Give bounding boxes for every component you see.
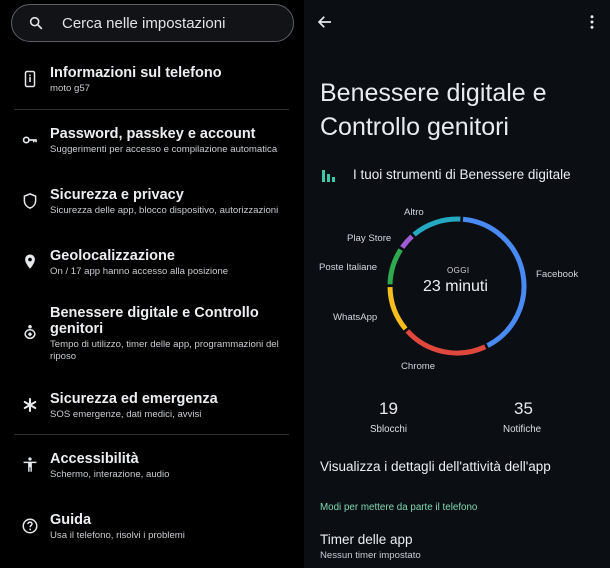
settings-item-subtitle: Usa il telefono, risolvi i problemi bbox=[50, 530, 185, 541]
chart-label-altro: Altro bbox=[404, 207, 424, 218]
app-timer-subtitle: Nessun timer impostato bbox=[320, 550, 421, 561]
back-arrow-icon[interactable] bbox=[316, 13, 334, 31]
app-timer-title[interactable]: Timer delle app bbox=[320, 532, 413, 547]
key-icon bbox=[19, 129, 41, 151]
donut-segment-altro[interactable] bbox=[412, 216, 461, 237]
section-header: Modi per mettere da parte il telefono bbox=[320, 502, 478, 513]
search-icon bbox=[29, 16, 43, 30]
settings-item-location[interactable]: Geolocalizzazione On / 17 app hanno acce… bbox=[0, 243, 304, 283]
emergency-icon bbox=[19, 394, 41, 416]
wellbeing-panel: Benessere digitale e Controllo genitori … bbox=[304, 0, 610, 568]
search-bar[interactable] bbox=[11, 4, 294, 42]
settings-item-subtitle: Suggerimenti per accesso e compilazione … bbox=[50, 144, 278, 155]
wellbeing-icon bbox=[19, 321, 41, 343]
more-vert-icon[interactable] bbox=[586, 13, 598, 31]
unlocks-label: Sblocchi bbox=[370, 424, 408, 435]
settings-item-subtitle: moto g57 bbox=[50, 83, 91, 94]
location-icon bbox=[19, 251, 41, 273]
phone-info-icon bbox=[19, 68, 41, 90]
donut-segment-whatsapp[interactable] bbox=[387, 286, 408, 331]
divider bbox=[14, 434, 289, 435]
settings-item-safety-emergency[interactable]: Sicurezza ed emergenza SOS emergenze, da… bbox=[0, 386, 304, 426]
donut-segment-chrome[interactable] bbox=[405, 329, 487, 356]
bar-chart-icon bbox=[322, 170, 335, 182]
settings-item-title: Sicurezza ed emergenza bbox=[50, 391, 218, 407]
settings-item-title: Sicurezza e privacy bbox=[50, 187, 184, 203]
chart-label-chrome: Chrome bbox=[401, 361, 436, 372]
settings-item-security-privacy[interactable]: Sicurezza e privacy Sicurezza delle app,… bbox=[0, 182, 304, 222]
settings-item-subtitle: SOS emergenze, dati medici, avvisi bbox=[50, 409, 202, 420]
settings-item-subtitle: Sicurezza delle app, blocco dispositivo,… bbox=[50, 205, 279, 216]
shield-icon bbox=[19, 190, 41, 212]
settings-item-title: Geolocalizzazione bbox=[50, 248, 175, 264]
accessibility-icon bbox=[19, 454, 41, 476]
settings-item-help[interactable]: Guida Usa il telefono, risolvi i problem… bbox=[0, 507, 304, 547]
search-input[interactable] bbox=[62, 14, 272, 32]
activity-details-link[interactable]: Visualizza i dettagli dell'attività dell… bbox=[320, 459, 551, 474]
chart-center-label: OGGI bbox=[447, 266, 470, 275]
chart-label-facebook: Facebook bbox=[536, 269, 579, 280]
settings-item-title: Accessibilità bbox=[50, 451, 139, 467]
settings-item-about-phone[interactable]: Informazioni sul telefono moto g57 bbox=[0, 60, 304, 100]
settings-item-title: Password, passkey e account bbox=[50, 126, 256, 142]
chart-label-play-store: Play Store bbox=[347, 233, 392, 244]
settings-item-accessibility[interactable]: Accessibilità Schermo, interazione, audi… bbox=[0, 446, 304, 486]
settings-item-title: Guida bbox=[50, 512, 92, 528]
settings-item-title: Informazioni sul telefono bbox=[50, 65, 222, 81]
chart-label-poste-italiane: Poste Italiane bbox=[319, 262, 378, 273]
unlocks-count: 19 bbox=[379, 399, 398, 418]
page-title: Benessere digitale e Controllo genitori bbox=[320, 79, 547, 141]
chart-center-value: 23 minuti bbox=[423, 278, 488, 295]
settings-item-subtitle: Schermo, interazione, audio bbox=[50, 469, 170, 480]
donut-segment-poste-italiane[interactable] bbox=[387, 248, 403, 285]
settings-item-title: Benessere digitale e Controllo genitori bbox=[50, 305, 259, 337]
settings-item-subtitle: Tempo di utilizzo, timer delle app, prog… bbox=[50, 339, 279, 362]
settings-item-subtitle: On / 17 app hanno accesso alla posizione bbox=[50, 266, 229, 277]
notifications-count: 35 bbox=[514, 399, 533, 418]
chart-label-whatsapp: WhatsApp bbox=[333, 312, 378, 323]
settings-panel: Informazioni sul telefono moto g57 Passw… bbox=[0, 0, 304, 568]
settings-item-digital-wellbeing[interactable]: Benessere digitale e Controllo genitori … bbox=[0, 304, 304, 364]
help-icon bbox=[19, 515, 41, 537]
settings-item-passwords[interactable]: Password, passkey e account Suggerimenti… bbox=[0, 121, 304, 161]
notifications-label: Notifiche bbox=[503, 424, 542, 435]
donut-segment-play-store[interactable] bbox=[400, 234, 414, 249]
tools-title: I tuoi strumenti di Benessere digitale bbox=[353, 167, 571, 182]
divider bbox=[14, 109, 289, 110]
